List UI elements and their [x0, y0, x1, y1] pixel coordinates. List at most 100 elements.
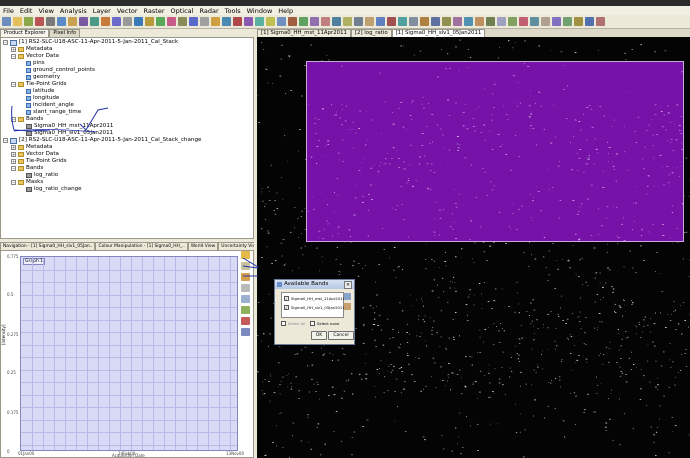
toolbar-tool-44-icon[interactable] [486, 17, 495, 26]
toolbar-tool-37-icon[interactable] [409, 17, 418, 26]
toolbar-tool-45-icon[interactable] [497, 17, 506, 26]
toolbar-tool-7-icon[interactable] [79, 17, 88, 26]
toolbar-tool-17-icon[interactable] [189, 17, 198, 26]
toolbar-tool-0-icon[interactable] [2, 17, 11, 26]
tab-image-view-0[interactable]: [1] Sigma0_HH_mst_11Apr2011 [257, 29, 351, 37]
select-all-checkbox[interactable] [281, 321, 286, 326]
tree-node[interactable]: pins [19, 60, 45, 67]
toolbar-tool-12-icon[interactable] [134, 17, 143, 26]
toolbar-tool-43-icon[interactable] [475, 17, 484, 26]
toolbar-tool-34-icon[interactable] [376, 17, 385, 26]
toolbar-tool-5-icon[interactable] [57, 17, 66, 26]
toolbar-tool-10-icon[interactable] [112, 17, 121, 26]
toolbar-tool-42-icon[interactable] [464, 17, 473, 26]
menu-item-layer[interactable]: Layer [92, 7, 112, 15]
toolbar-tool-22-icon[interactable] [244, 17, 253, 26]
toolbar-tool-19-icon[interactable] [211, 17, 220, 26]
tree-node[interactable]: − Tie-Point Grids [11, 81, 67, 88]
toolbar-tool-30-icon[interactable] [332, 17, 341, 26]
cancel-button[interactable]: Cancel [328, 331, 354, 340]
list-icon[interactable] [344, 293, 351, 300]
zoom-icon[interactable] [241, 284, 250, 292]
select-none-option[interactable]: Select none [310, 321, 339, 326]
tree-node[interactable]: − [1] RS2-SLC-U18-ASC-11-Apr-2011-5-Jan-2… [3, 39, 178, 46]
toolbar-tool-33-icon[interactable] [365, 17, 374, 26]
menu-item-analysis[interactable]: Analysis [59, 7, 88, 15]
toolbar-tool-41-icon[interactable] [453, 17, 462, 26]
toolbar-tool-15-icon[interactable] [167, 17, 176, 26]
toolbar-tool-47-icon[interactable] [519, 17, 528, 26]
toolbar-tool-21-icon[interactable] [233, 17, 242, 26]
tree-node[interactable]: ground_control_points [19, 67, 95, 74]
menu-item-window[interactable]: Window [246, 7, 274, 15]
collapse-icon[interactable]: − [11, 54, 16, 59]
toolbar-tool-29-icon[interactable] [321, 17, 330, 26]
menu-item-vector[interactable]: Vector [116, 7, 139, 15]
toolbar-tool-23-icon[interactable] [255, 17, 264, 26]
toolbar-tool-27-icon[interactable] [299, 17, 308, 26]
select-all-option[interactable]: Select all [281, 321, 305, 326]
expand-icon[interactable]: + [11, 47, 16, 52]
menu-item-tools[interactable]: Tools [224, 7, 242, 15]
menu-item-radar[interactable]: Radar [198, 7, 219, 15]
export-icon[interactable] [241, 317, 250, 325]
toolbar-tool-36-icon[interactable] [398, 17, 407, 26]
toolbar-tool-1-icon[interactable] [13, 17, 22, 26]
toolbar-tool-32-icon[interactable] [354, 17, 363, 26]
folder-icon[interactable] [344, 303, 351, 310]
close-icon[interactable]: × [344, 281, 352, 289]
toolbar-tool-4-icon[interactable] [46, 17, 55, 26]
toolbar-tool-18-icon[interactable] [200, 17, 209, 26]
toolbar-tool-53-icon[interactable] [585, 17, 594, 26]
select-none-checkbox[interactable] [310, 321, 315, 326]
toolbar-tool-2-icon[interactable] [24, 17, 33, 26]
tree-node[interactable]: − Vector Data [11, 53, 59, 60]
checkbox-icon[interactable]: ✓ [284, 296, 289, 301]
menu-item-edit[interactable]: Edit [19, 7, 34, 15]
tab-pixel-info[interactable]: Pixel Info [49, 29, 81, 37]
toolbar-tool-25-icon[interactable] [277, 17, 286, 26]
toolbar-tool-48-icon[interactable] [530, 17, 539, 26]
save-icon[interactable] [241, 328, 250, 336]
tab-image-view-2[interactable]: [1] Sigma0_HH_slv1_05Jan2011 [391, 29, 486, 37]
tree-node[interactable]: geometry [19, 74, 60, 81]
band-row-1[interactable]: ✓ Sigma0_HH_mst_11Apr2011 [284, 296, 345, 301]
toolbar-tool-39-icon[interactable] [431, 17, 440, 26]
toolbar-tool-6-icon[interactable] [68, 17, 77, 26]
pin-icon[interactable] [241, 295, 250, 303]
ok-button[interactable]: OK [311, 331, 327, 340]
menu-item-view[interactable]: View [37, 7, 54, 15]
menu-item-help[interactable]: Help [277, 7, 294, 15]
toolbar-tool-49-icon[interactable] [541, 17, 550, 26]
toolbar-tool-26-icon[interactable] [288, 17, 297, 26]
toolbar-tool-20-icon[interactable] [222, 17, 231, 26]
collapse-icon[interactable]: − [11, 82, 16, 87]
toolbar-tool-8-icon[interactable] [90, 17, 99, 26]
toolbar-tool-16-icon[interactable] [178, 17, 187, 26]
menu-item-raster[interactable]: Raster [143, 7, 166, 15]
toolbar-tool-52-icon[interactable] [574, 17, 583, 26]
collapse-icon[interactable]: − [3, 40, 8, 45]
toolbar-tool-11-icon[interactable] [123, 17, 132, 26]
toolbar-tool-24-icon[interactable] [266, 17, 275, 26]
toolbar-tool-14-icon[interactable] [156, 17, 165, 26]
menu-item-optical[interactable]: Optical [170, 7, 195, 15]
toolbar-tool-3-icon[interactable] [35, 17, 44, 26]
toolbar-tool-38-icon[interactable] [420, 17, 429, 26]
band-row-2[interactable]: ✓ Sigma0_HH_slv1_05Jan2011 [284, 305, 345, 310]
toolbar-tool-46-icon[interactable] [508, 17, 517, 26]
toolbar-tool-50-icon[interactable] [552, 17, 561, 26]
toolbar-tool-28-icon[interactable] [310, 17, 319, 26]
time-series-plot[interactable]: Graph 1 [20, 256, 238, 451]
toolbar-tool-9-icon[interactable] [101, 17, 110, 26]
tab-image-view-1[interactable]: [2] log_ratio [350, 29, 392, 37]
toolbar-tool-13-icon[interactable] [145, 17, 154, 26]
toolbar-tool-54-icon[interactable] [596, 17, 605, 26]
toolbar-tool-51-icon[interactable] [563, 17, 572, 26]
tab-product-explorer[interactable]: Product Explorer [0, 29, 50, 37]
checkbox-icon[interactable]: ✓ [284, 305, 289, 310]
toolbar-tool-35-icon[interactable] [387, 17, 396, 26]
refresh-icon[interactable] [241, 306, 250, 314]
tree-node[interactable]: + Metadata [11, 46, 53, 53]
toolbar-tool-40-icon[interactable] [442, 17, 451, 26]
